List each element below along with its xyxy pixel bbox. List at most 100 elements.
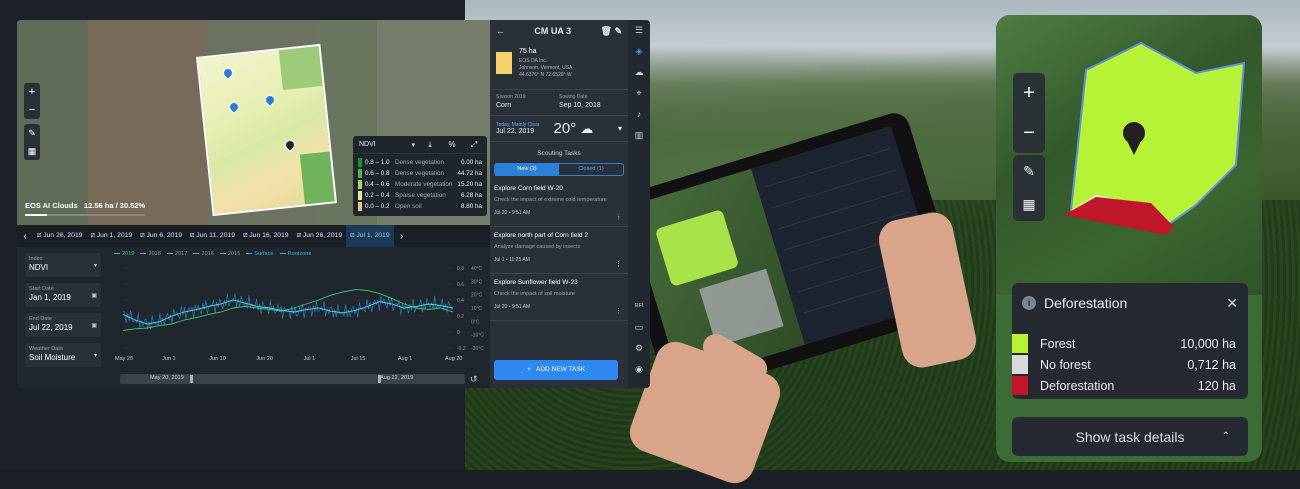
cloud-slash-icon: ⧄: [350, 232, 355, 239]
legend-value: 8.80 ha: [460, 203, 482, 210]
date-label: Jun 26, 2019: [302, 232, 343, 239]
location-icon[interactable]: ⌖: [628, 83, 650, 104]
range-start-handle[interactable]: [190, 375, 193, 383]
task-item[interactable]: Explore Corn field W-20 Check the impact …: [490, 180, 628, 227]
chart-legend-item[interactable]: Surface: [246, 251, 274, 257]
show-task-details-button[interactable]: Show task details ⌃: [1012, 417, 1248, 456]
info-icon[interactable]: i: [1022, 296, 1036, 310]
chart-legend-item[interactable]: Rootzone: [279, 251, 312, 257]
clouds-label: EOS AI Clouds: [25, 201, 78, 210]
map-layers-icon[interactable]: ▦: [24, 142, 40, 160]
series-name: 2019: [122, 251, 135, 257]
legend-value: 44.72 ha: [457, 170, 482, 177]
more-icon[interactable]: ⋮: [615, 213, 622, 221]
deforestation-row: Deforestation 120 ha: [1012, 375, 1248, 396]
task-item[interactable]: Explore Sunflower field W-23 Check the im…: [490, 274, 628, 321]
field-ndvi-overlay[interactable]: [195, 43, 338, 217]
cloud-slash-icon: ⧄: [37, 232, 42, 239]
y-tick-label-right: 0°C: [471, 319, 480, 325]
back-arrow-icon[interactable]: ←: [496, 26, 505, 36]
end-date-label: End Date: [29, 316, 52, 322]
reset-icon[interactable]: ↺: [470, 374, 478, 385]
ruler-icon[interactable]: ✎: [1013, 155, 1045, 188]
date-chip[interactable]: ⧄ Jul 1, 2019: [346, 225, 394, 247]
chart-legend-item[interactable]: 2018: [140, 251, 161, 257]
more-icon[interactable]: ⋮: [615, 260, 622, 268]
layers-icon[interactable]: ◈: [628, 41, 650, 62]
index-field[interactable]: Index NDVI ▾: [25, 253, 101, 277]
chevron-down-icon: ▾: [617, 124, 622, 133]
zoom-in-button[interactable]: +: [1013, 73, 1045, 113]
date-chip[interactable]: ⧄ Jun 26, 2019: [293, 225, 347, 247]
index-field-label: Index: [29, 256, 43, 262]
date-chip[interactable]: ⧄ Jun 6, 2019: [136, 225, 186, 247]
deforestation-legend: Forest 10,000 ha No forest 0,712 ha Deforest…: [1012, 323, 1248, 399]
chart-legend-item[interactable]: 2015: [219, 251, 241, 257]
map-layers-icon[interactable]: ▦: [1013, 188, 1045, 221]
chart-legend-item[interactable]: 2019: [114, 251, 134, 257]
prev-date-arrow[interactable]: ‹: [17, 231, 33, 242]
field-coords: 44.6376° N 72.6526° W: [519, 72, 572, 78]
percent-icon[interactable]: %: [441, 140, 463, 149]
zoom-out-button[interactable]: −: [1013, 113, 1045, 153]
date-label: Jun 11, 2019: [196, 232, 236, 239]
add-new-task-button[interactable]: + ADD NEW TASK: [494, 360, 618, 380]
chart-legend-item[interactable]: 2016: [193, 251, 214, 257]
deforestation-row-label: Forest: [1040, 336, 1076, 351]
menu-icon[interactable]: ☰: [628, 20, 650, 41]
index-select[interactable]: NDVI ▾: [353, 141, 419, 149]
rfi-label[interactable]: RFI: [628, 296, 650, 317]
task-tabs: New (2) Closed (1): [494, 163, 624, 176]
tab-closed[interactable]: Closed (1): [559, 164, 623, 175]
field-info: 75 ha EOS DA Inc. Johnson, Vermont, USA …: [490, 42, 628, 90]
weather-date: Jul 22, 2019: [496, 128, 535, 135]
date-chip[interactable]: ⧄ Jun 1, 2019: [87, 225, 137, 247]
field-map[interactable]: + − ✎ ▦ EOS AI Clouds 12.56 ha / 30.52% …: [17, 20, 490, 225]
cloud-icon[interactable]: ☁: [628, 62, 650, 83]
field-title: CM UA 3: [534, 26, 572, 36]
y-tick-label: 0: [457, 330, 460, 336]
weather-data-field[interactable]: Weather Data Soil Moisture ▾: [25, 343, 101, 367]
season-info[interactable]: Season 2019 Corn Sowing Date Sep 10, 201…: [490, 90, 628, 116]
compare-icon[interactable]: ▥: [628, 125, 650, 146]
series-name: 2016: [201, 251, 214, 257]
start-date-field[interactable]: Start Date Jan 1, 2019 ▣: [25, 283, 101, 307]
map-tools: ✎ ▦: [1013, 155, 1045, 221]
temperature: 20°: [553, 120, 577, 137]
legend-range: 0.0 – 0.2: [365, 203, 390, 210]
series-name: 2015: [227, 251, 241, 257]
ndvi-chart[interactable]: 2019 2018 2017 2016 2015 Surface Rootzone 0.8 0…: [109, 248, 484, 388]
deforestation-panel: + − ✎ ▦ i Deforestation ✕ Forest 10,000 h…: [996, 15, 1262, 462]
zoom-out-button[interactable]: −: [24, 101, 40, 119]
x-tick-label: Aug 20: [445, 356, 462, 362]
legend-value: 0.00 ha: [460, 159, 482, 166]
legend-swatch: [358, 158, 362, 167]
collapse-icon[interactable]: ✕: [1226, 295, 1238, 312]
next-date-arrow[interactable]: ›: [394, 231, 410, 242]
y-tick-label: 0.8: [457, 266, 464, 272]
more-icon[interactable]: ⋮: [615, 307, 622, 315]
date-chip[interactable]: ⧄ Jun 26, 2019: [33, 225, 87, 247]
settings-icon[interactable]: ⚙: [628, 338, 650, 359]
chat-icon[interactable]: ▭: [628, 317, 650, 338]
download-icon[interactable]: ⤓: [419, 140, 441, 150]
edit-icon[interactable]: ✎: [614, 26, 622, 36]
delete-icon[interactable]: 🗑: [600, 26, 611, 36]
plus-icon: +: [526, 366, 531, 373]
bell-icon[interactable]: ♪: [628, 104, 650, 125]
zoom-in-button[interactable]: +: [24, 83, 40, 101]
weather-widget[interactable]: Today, Mainly Clear Jul 22, 2019 20° ☁ ▾: [490, 116, 628, 142]
date-chip[interactable]: ⧄ Jun 16, 2019: [239, 225, 293, 247]
expand-icon[interactable]: ⤢: [463, 140, 485, 150]
date-range-scrollbar[interactable]: May 20, 2019 Aug 22, 2019: [120, 374, 465, 384]
date-chip[interactable]: ⧄ Jun 11, 2019: [186, 225, 239, 247]
ruler-icon[interactable]: ✎: [24, 124, 40, 142]
end-date-field[interactable]: End Date Jul 22, 2019 ▣: [25, 313, 101, 337]
account-icon[interactable]: ◉: [628, 359, 650, 380]
task-item[interactable]: Explore north part of Corn field 2 Analyz…: [490, 227, 628, 274]
deforestation-map[interactable]: + − ✎ ▦: [996, 15, 1262, 295]
range-end-label: Aug 22, 2019: [380, 375, 414, 381]
start-date-value: Jan 1, 2019: [29, 293, 71, 302]
chart-legend-item[interactable]: 2017: [166, 251, 187, 257]
tab-new[interactable]: New (2): [495, 164, 559, 175]
